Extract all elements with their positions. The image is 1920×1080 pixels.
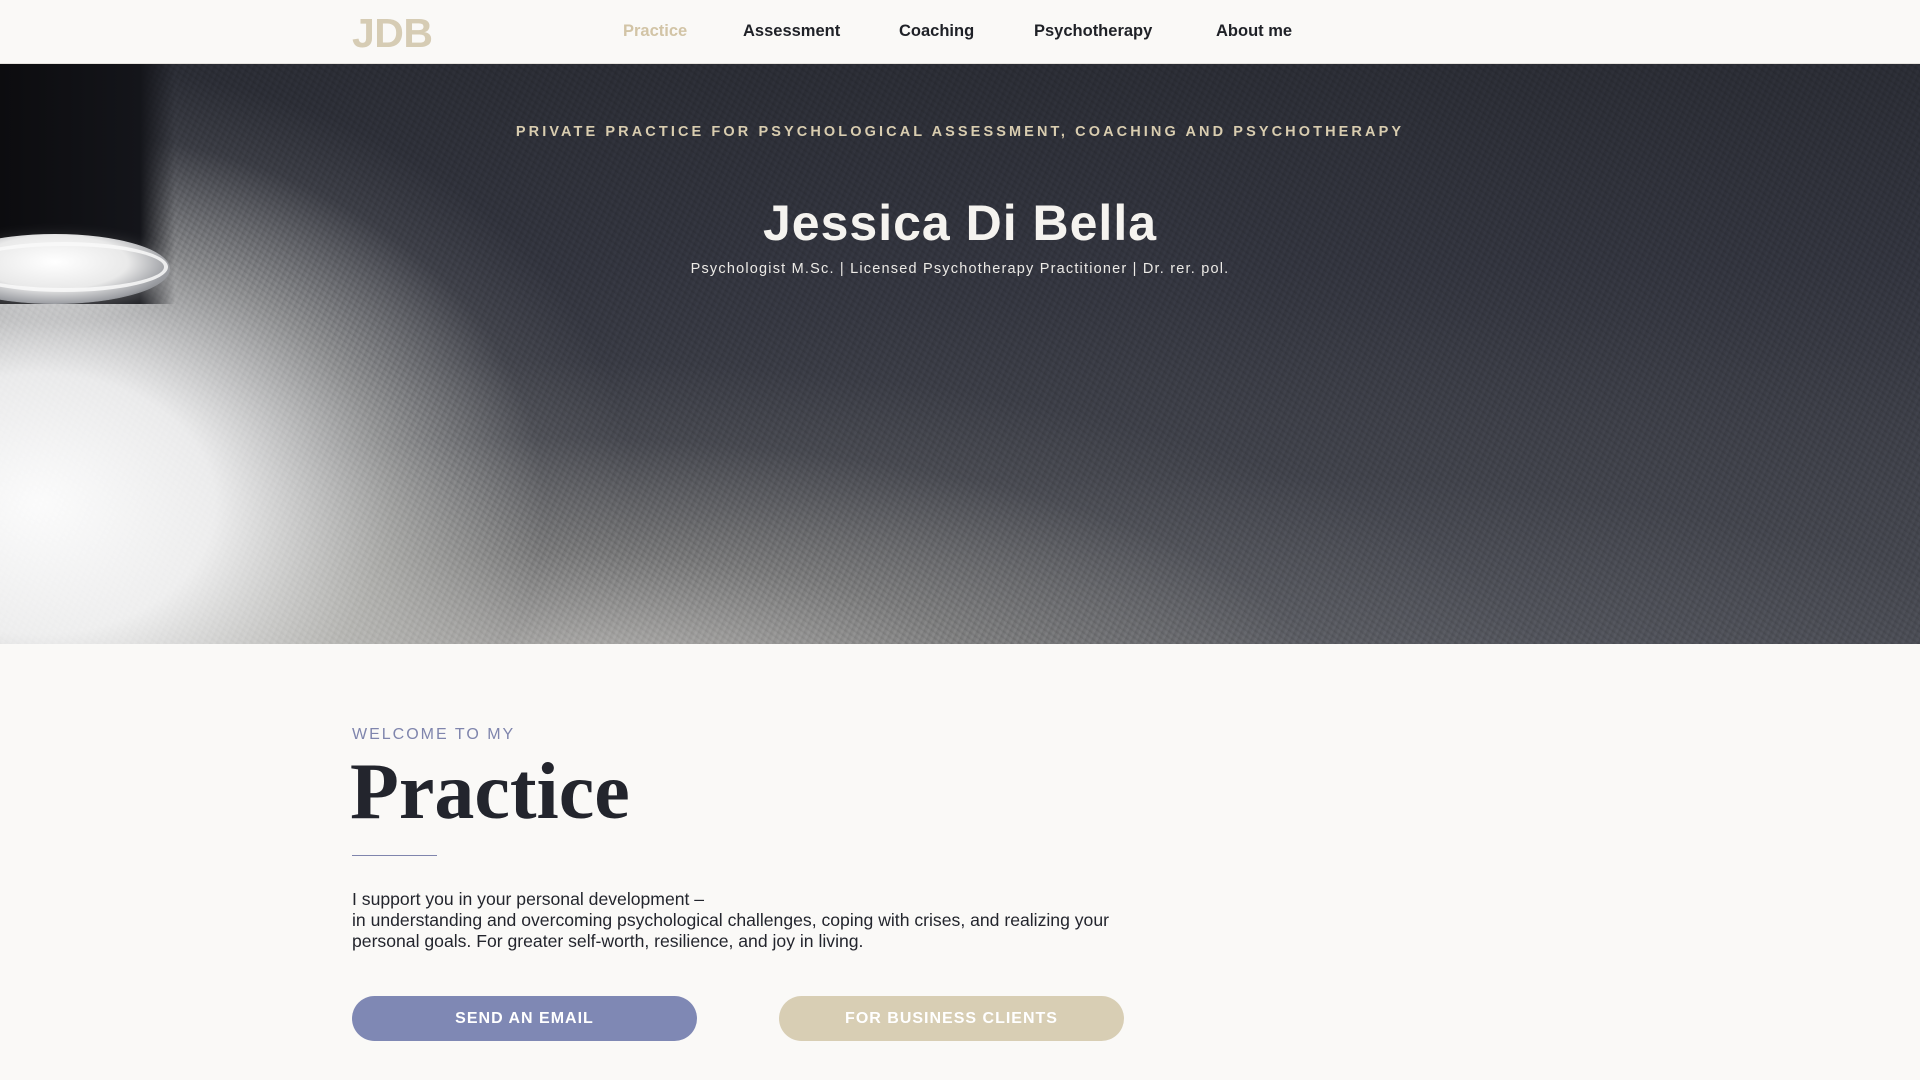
section-title: Practice xyxy=(350,748,630,836)
intro-line-1: I support you in your personal developme… xyxy=(352,889,705,909)
logo-home-link[interactable]: JDB xyxy=(352,10,433,57)
welcome-eyebrow: WELCOME TO MY xyxy=(352,726,516,743)
hero-tagline: PRIVATE PRACTICE FOR PSYCHOLOGICAL ASSES… xyxy=(515,124,1405,140)
nav-item-practice[interactable]: Practice xyxy=(623,22,687,41)
nav-item-about-me[interactable]: About me xyxy=(1216,22,1292,41)
hero-wall-texture xyxy=(0,64,1920,644)
intro-text: I support you in your personal developme… xyxy=(352,889,1132,952)
send-email-button[interactable]: SEND AN EMAIL xyxy=(352,996,697,1041)
nav-item-assessment[interactable]: Assessment xyxy=(743,22,840,41)
title-divider xyxy=(352,855,437,856)
nav-item-coaching[interactable]: Coaching xyxy=(899,22,974,41)
top-navigation: JDB Practice Assessment Coaching Psychot… xyxy=(0,0,1920,64)
hero-credentials: Psychologist M.Sc. | Licensed Psychother… xyxy=(690,261,1230,277)
hero-banner: PRIVATE PRACTICE FOR PSYCHOLOGICAL ASSES… xyxy=(0,64,1920,644)
hero-title: Jessica Di Bella xyxy=(762,195,1158,251)
intro-line-2: in understanding and overcoming psycholo… xyxy=(352,910,1109,951)
nav-item-psychotherapy[interactable]: Psychotherapy xyxy=(1034,22,1152,41)
business-clients-button[interactable]: FOR BUSINESS CLIENTS xyxy=(779,996,1124,1041)
